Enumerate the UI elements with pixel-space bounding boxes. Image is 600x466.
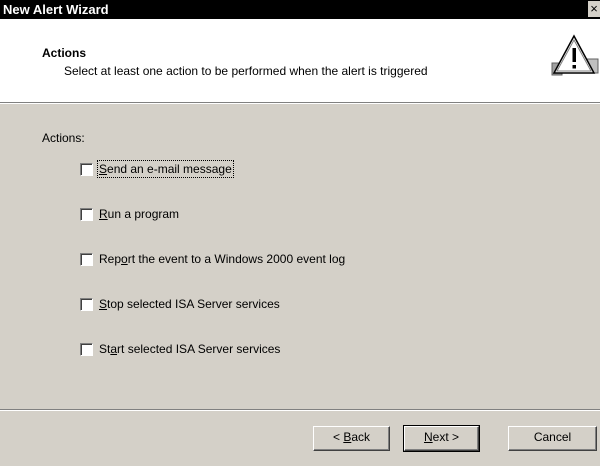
window-title: New Alert Wizard	[3, 2, 109, 17]
close-icon[interactable]: ×	[588, 1, 600, 17]
option-label: Run a program	[99, 207, 180, 221]
option-label: Stop selected ISA Server services	[99, 297, 280, 311]
stop-services-checkbox[interactable]	[80, 297, 93, 311]
option-start-services[interactable]: Start selected ISA Server services	[80, 341, 280, 357]
actions-label: Actions:	[42, 131, 85, 145]
warning-triangle-icon	[551, 34, 599, 76]
title-bar: New Alert Wizard ×	[0, 0, 600, 19]
back-button[interactable]: < Back	[313, 426, 390, 451]
wizard-header: Actions Select at least one action to be…	[0, 19, 600, 102]
option-report-event-log[interactable]: Report the event to a Windows 2000 event…	[80, 251, 345, 267]
option-label: Start selected ISA Server services	[99, 342, 281, 356]
start-services-checkbox[interactable]	[80, 342, 93, 356]
send-email-checkbox[interactable]	[80, 162, 93, 176]
option-send-email[interactable]: Send an e-mail message	[80, 160, 234, 178]
page-subtitle: Select at least one action to be perform…	[64, 64, 428, 78]
option-label: Send an e-mail message	[97, 160, 234, 178]
page-title: Actions	[42, 46, 87, 60]
option-stop-services[interactable]: Stop selected ISA Server services	[80, 296, 280, 312]
footer-separator	[0, 409, 600, 411]
header-separator	[0, 102, 600, 104]
cancel-button[interactable]: Cancel	[508, 426, 597, 451]
option-label: Report the event to a Windows 2000 event…	[99, 252, 346, 266]
run-program-checkbox[interactable]	[80, 207, 93, 221]
option-run-program[interactable]: Run a program	[80, 206, 179, 222]
next-button[interactable]: Next >	[403, 425, 480, 452]
report-event-log-checkbox[interactable]	[80, 252, 93, 266]
